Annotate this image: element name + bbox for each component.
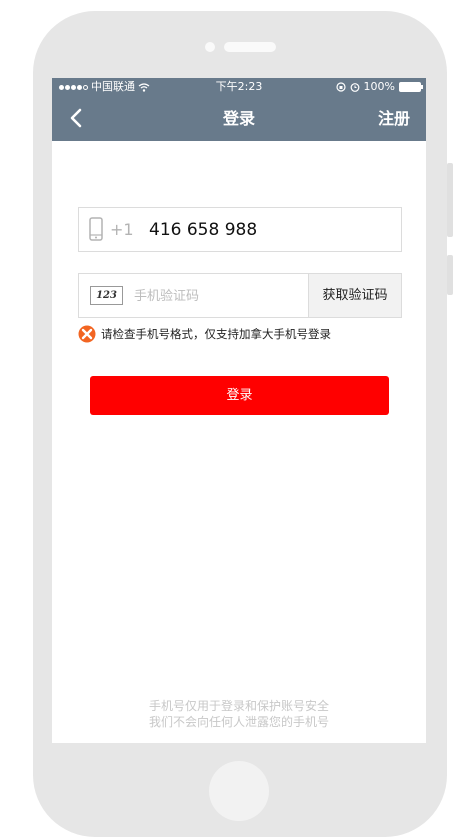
nav-bar: 登录 注册 xyxy=(52,96,426,141)
error-message-row: 请检查手机号格式，仅支持加拿大手机号登录 xyxy=(78,325,331,343)
page-title: 登录 xyxy=(222,109,255,128)
volume-button xyxy=(447,163,453,237)
status-right: 100% xyxy=(335,78,423,96)
country-code: +1 xyxy=(110,220,134,239)
verification-code-input[interactable] xyxy=(132,280,306,312)
login-button[interactable]: 登录 xyxy=(90,376,389,415)
phone-number-input[interactable] xyxy=(147,214,391,246)
alarm-icon xyxy=(350,83,359,92)
privacy-note-line-1: 手机号仅用于登录和保护账号安全 xyxy=(148,699,329,713)
mobile-phone-icon xyxy=(89,217,103,241)
privacy-note: 手机号仅用于登录和保护账号安全 我们不会向任何人泄露您的手机号 xyxy=(52,698,426,730)
get-code-button[interactable]: 获取验证码 xyxy=(308,274,401,317)
error-icon xyxy=(78,325,96,343)
screen: 中国联通 下午2:23 100% 登录 注册 +1 416 658 988 12… xyxy=(52,78,426,743)
error-message: 请检查手机号格式，仅支持加拿大手机号登录 xyxy=(101,327,331,341)
front-camera xyxy=(205,42,215,52)
battery-icon xyxy=(399,82,423,92)
phone-number-field: +1 xyxy=(78,207,402,252)
verification-code-field: 123 获取验证码 xyxy=(78,273,402,318)
register-link[interactable]: 注册 xyxy=(378,96,410,141)
status-bar: 中国联通 下午2:23 100% xyxy=(52,78,426,96)
code-icon: 123 xyxy=(90,286,123,305)
power-button xyxy=(447,255,453,295)
rotation-lock-icon xyxy=(335,82,346,92)
earpiece-speaker xyxy=(224,42,276,52)
home-button[interactable] xyxy=(209,761,269,821)
battery-percent: 100% xyxy=(363,80,395,93)
privacy-note-line-2: 我们不会向任何人泄露您的手机号 xyxy=(148,715,329,729)
